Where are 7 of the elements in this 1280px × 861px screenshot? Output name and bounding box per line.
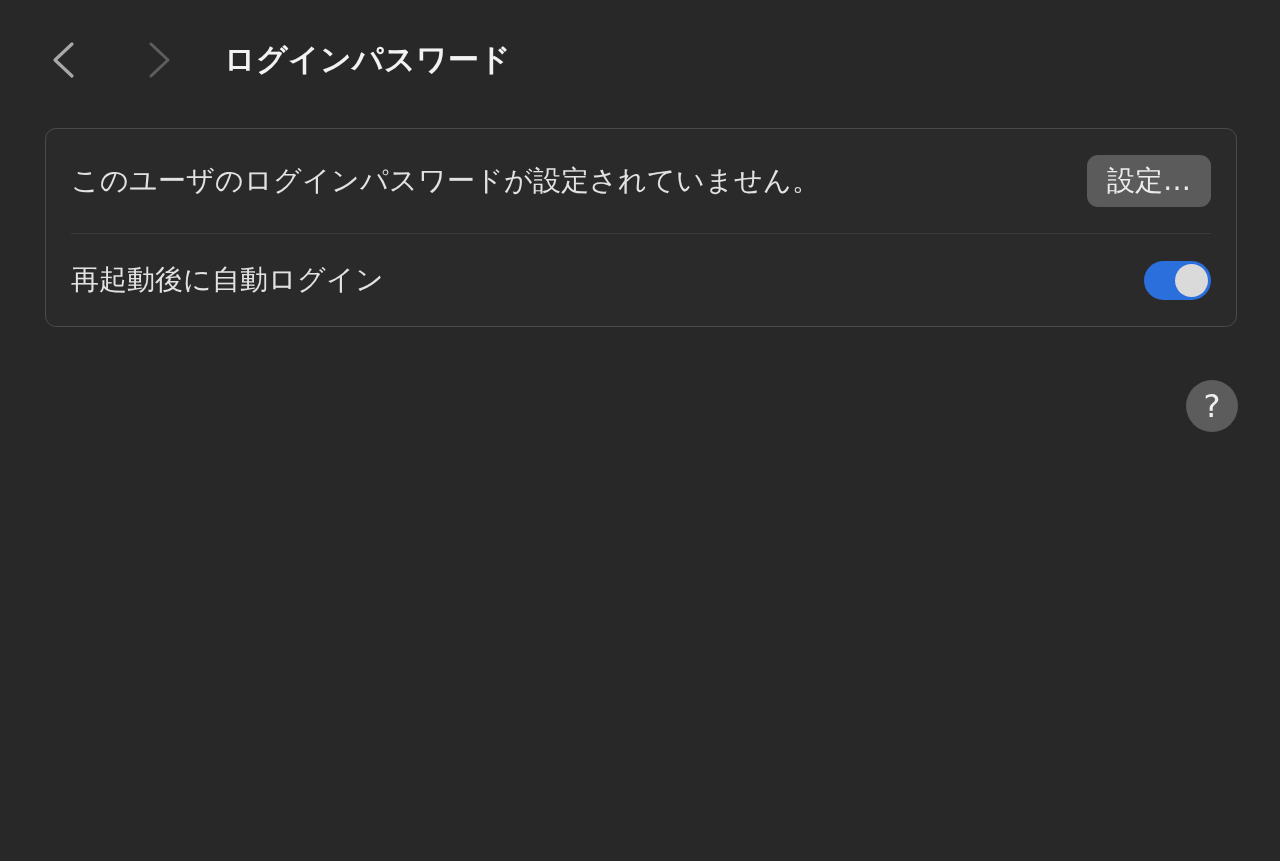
help-button[interactable]: ? [1186,380,1238,432]
setting-label: 再起動後に自動ログイン [71,262,384,298]
toggle-switch[interactable] [1144,260,1211,300]
page-title: ログインパスワード [224,40,511,79]
setting-label: このユーザのログインパスワードが設定されていません。 [71,163,820,199]
set-button[interactable]: 設定… [1087,155,1211,207]
chevron-right-icon [148,41,172,79]
